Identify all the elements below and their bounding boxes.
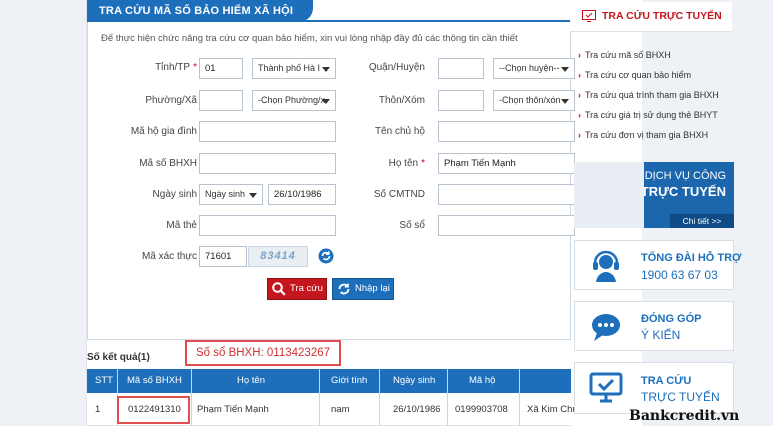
sidebar-heading: TRA CỨU TRỰC TUYẾN [570,2,732,32]
monitor-icon [582,10,596,22]
card-code-input[interactable] [199,215,336,236]
full-name-label: Họ tên * [388,158,425,169]
results-count: Số kết quả(1) [87,352,150,363]
province-select[interactable]: Thành phố Hà I [252,58,336,79]
form-title: TRA CỨU MÃ SỐ BẢO HIỂM XÃ HỘI [87,0,313,22]
feedback-title: ĐÓNG GÓP [641,313,702,325]
results-table-header: STT Mã số BHXH Họ tên Giới tính Ngày sin… [87,369,571,393]
hotline-banner[interactable]: TỔNG ĐÀI HỖ TRỢ 1900 63 67 03 [574,240,741,290]
hamlet-label: Thôn/Xóm [378,95,425,106]
dob-type-select[interactable]: Ngày sinh [199,184,263,205]
search-button[interactable]: Tra cứu [267,278,327,300]
cell-household-code: 0199903708 [455,404,508,415]
household-code-input[interactable] [199,121,336,142]
col-header: Mã hộ [469,375,496,386]
online-service-banner[interactable]: DỊCH VỤ CÔNG TRỰC TUYẾN Chi tiết >> [574,162,734,228]
sidebar-heading-label: TRA CỨU TRỰC TUYẾN [602,10,722,22]
id-number-label: Số CMTND [373,189,425,200]
monitor-check-icon [589,372,623,403]
handshake-photo [574,162,644,228]
captcha-label: Mã xác thực [141,251,197,262]
sidebar-item-bhyt-card[interactable]: Tra cứu giá trị sử dụng thẻ BHYT [578,110,718,120]
reset-button[interactable]: Nhập lại [332,278,394,300]
province-code-input[interactable]: 01 [199,58,243,79]
page: TRA CỨU MÃ SỐ BẢO HIỂM XÃ HỘI Để thực hi… [70,0,773,426]
sidebar: TRA CỨU TRỰC TUYẾN Tra cứu mã số BHXH Tr… [560,0,741,426]
details-link[interactable]: Chi tiết >> [670,214,734,228]
feedback-banner[interactable]: ĐÓNG GÓP Ý KIẾN [574,301,734,351]
captcha-input[interactable]: 71601 [199,246,247,267]
column-divider [191,369,192,426]
col-header: Giới tính [331,375,368,386]
col-header: Họ tên [237,375,265,386]
banner-line1: DỊCH VỤ CÔNG [644,170,726,182]
bhxh-code-input[interactable] [199,153,336,174]
card-code-label: Mã thẻ [166,220,197,231]
required-mark: * [421,158,425,169]
refresh-icon [338,283,350,295]
lookup-title: TRA CỨU [641,375,692,387]
form-intro: Để thực hiện chức năng tra cứu cơ quan b… [101,33,518,44]
captcha-image: 83414 [248,246,308,267]
search-button-label: Tra cứu [290,283,323,294]
required-mark: * [193,62,197,73]
sidebar-item-unit[interactable]: Tra cứu đơn vị tham gia BHXH [578,130,708,140]
refresh-captcha-icon[interactable] [318,248,334,264]
sidebar-item-agency[interactable]: Tra cứu cơ quan bảo hiểm [578,70,691,80]
dob-input[interactable]: 26/10/1986 [268,184,336,205]
hotline-number: 1900 63 67 03 [641,268,718,282]
feedback-subtitle: Ý KIẾN [641,328,681,342]
column-divider [447,369,448,426]
hotline-title: TỔNG ĐÀI HỖ TRỢ [641,252,742,264]
cell-stt: 1 [95,404,101,415]
bhxh-code-highlight [117,396,190,424]
lookup-subtitle: TRỰC TUYẾN [641,390,720,404]
reset-button-label: Nhập lại [355,283,390,294]
headset-icon [593,250,619,282]
sidebar-item-bhxh-code[interactable]: Tra cứu mã số BHXH [578,50,671,60]
province-label: Tỉnh/TP * [155,62,197,73]
watermark: Bankcredit.vn [629,408,740,424]
ward-label: Phường/Xã [145,95,197,106]
col-header: Mã số BHXH [127,375,182,386]
book-number-annotation: Số sổ BHXH: 0113423267 [185,340,341,366]
cell-name: Phạm Tiến Mạnh [197,404,269,415]
district-code-input[interactable] [438,58,484,79]
household-head-label: Tên chủ hộ [374,126,425,137]
id-number-input[interactable] [438,184,575,205]
cell-gender: nam [331,404,350,415]
sidebar-item-history[interactable]: Tra cứu quá trình tham gia BHXH [578,90,719,100]
household-head-input[interactable] [438,121,575,142]
col-header: STT [95,375,113,386]
ward-select[interactable]: -Chọn Phường/x [252,90,336,111]
book-number-label: Số sổ [399,220,425,231]
dob-label: Ngày sinh [152,189,197,200]
online-lookup-banner[interactable]: TRA CỨU TRỰC TUYẾN [574,362,734,414]
column-divider [519,369,520,426]
full-name-input[interactable]: Phạm Tiến Mạnh [438,153,575,174]
ward-code-input[interactable] [199,90,243,111]
district-label: Quận/Huyện [368,62,425,73]
cell-dob: 26/10/1986 [393,404,441,415]
hamlet-code-input[interactable] [438,90,484,111]
household-code-label: Mã hộ gia đình [130,126,197,137]
bhxh-code-label: Mã số BHXH [139,158,197,169]
column-divider [319,369,320,426]
speech-bubble-icon [592,314,620,341]
col-header: Ngày sinh [393,375,436,386]
magnifier-icon [272,282,286,296]
column-divider [379,369,380,426]
banner-line2: TRỰC TUYẾN [640,184,726,199]
book-number-input[interactable] [438,215,575,236]
main-content: TRA CỨU MÃ SỐ BẢO HIỂM XÃ HỘI Để thực hi… [86,0,642,426]
